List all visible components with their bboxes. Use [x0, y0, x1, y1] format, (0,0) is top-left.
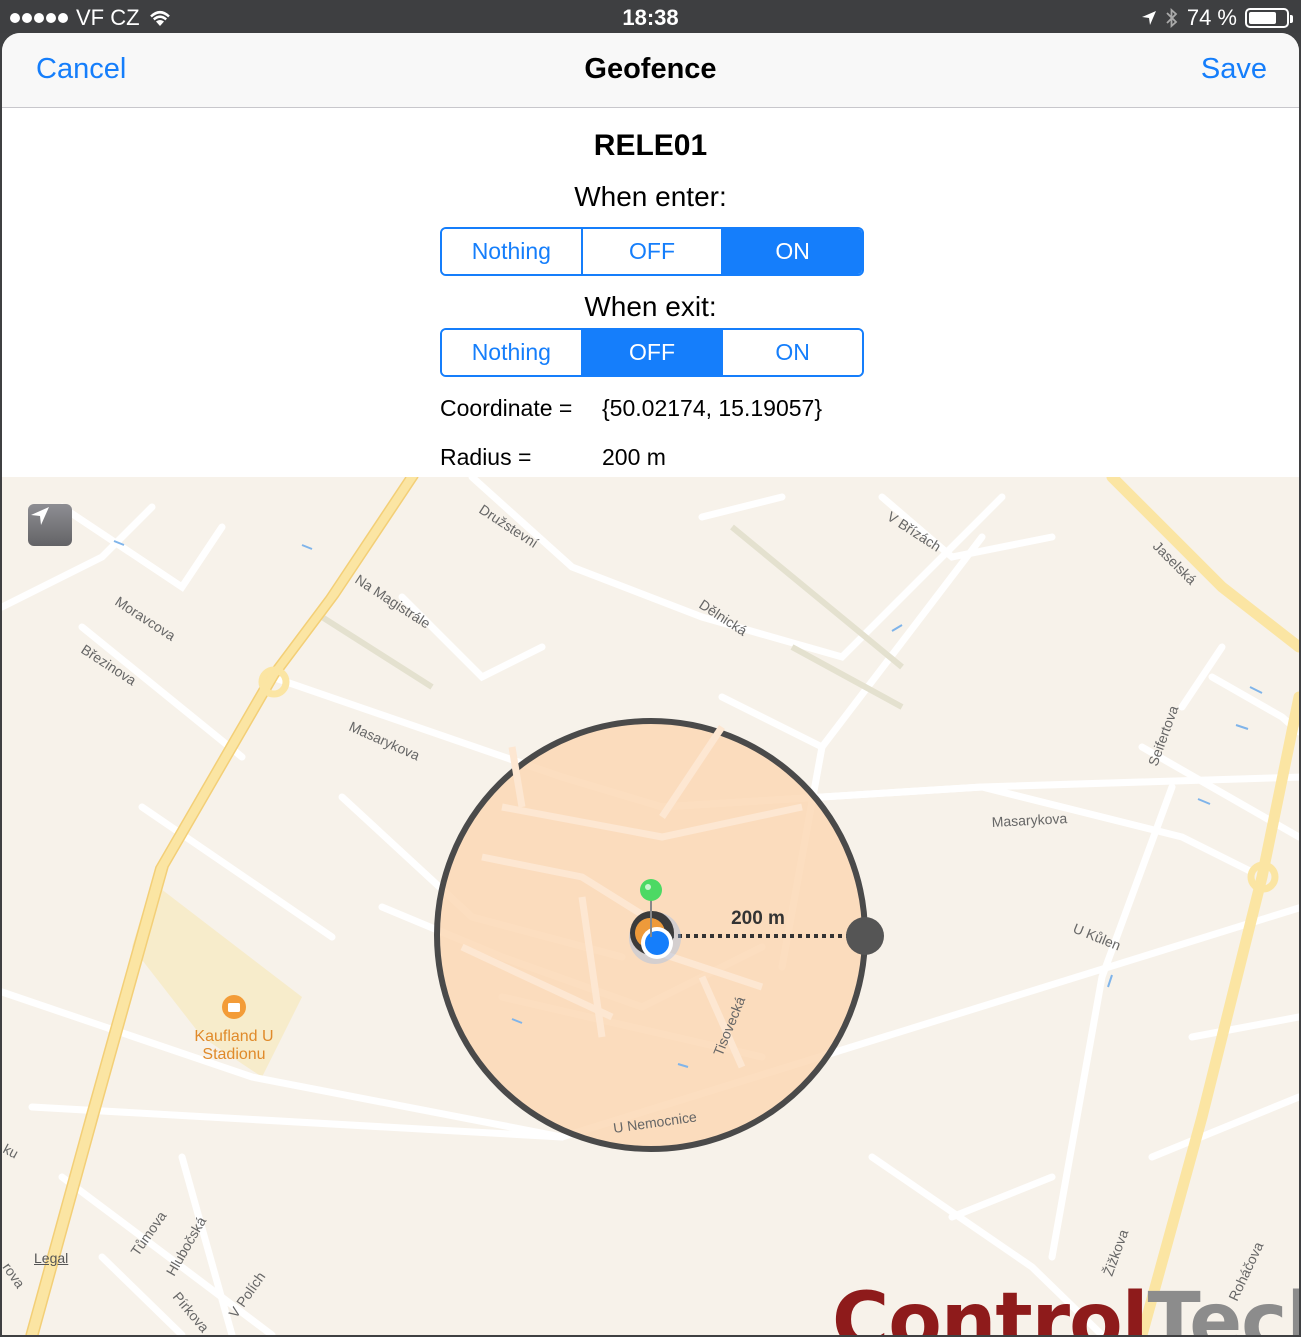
location-arrow-icon: [31, 507, 49, 525]
bluetooth-icon: [1166, 8, 1178, 28]
when-exit-label: When exit:: [584, 291, 717, 322]
screen: VF CZ 18:38 74 % Cancel Geofence Save RE…: [0, 0, 1301, 1337]
when-enter-label: When enter:: [574, 181, 727, 212]
location-arrow-icon: [1141, 11, 1156, 25]
save-button[interactable]: Save: [1201, 53, 1267, 86]
radius-overlay-label: 200 m: [731, 908, 785, 929]
shopping-bag-glyph: [228, 1003, 240, 1012]
street-label-ku: ku: [2, 1141, 21, 1162]
coordinate-label: Coordinate =: [440, 395, 573, 421]
street-label-na-magistrale: Na Magistrále: [352, 571, 433, 632]
major-road-edges: [25, 477, 419, 1335]
poi-label-line2: Stadionu: [202, 1046, 265, 1063]
street-label-rova: rova: [2, 1260, 28, 1292]
locate-me-button[interactable]: [28, 504, 72, 546]
geofence-pin-head[interactable]: [640, 879, 662, 901]
exit-option-off[interactable]: OFF: [580, 330, 722, 375]
controltech-watermark: ControlTech: [832, 1277, 1299, 1335]
legal-link[interactable]: Legal: [34, 1250, 68, 1266]
poi-label-line1: Kaufland U: [194, 1028, 273, 1045]
street-label-moravcova: Moravcova: [112, 593, 178, 644]
user-location-dot: [645, 931, 669, 955]
enter-option-nothing[interactable]: Nothing: [442, 229, 581, 274]
battery-percent: 74 %: [1186, 5, 1237, 30]
geofence-form: RELE01 When enter: Nothing OFF ON When e…: [2, 109, 1299, 477]
device-name: RELE01: [593, 129, 708, 162]
watermark-part2: Tech: [1147, 1277, 1299, 1335]
map-canvas: 200 m Družstevní V Břízách Jaselská Na M…: [2, 477, 1299, 1335]
exit-option-nothing[interactable]: Nothing: [442, 330, 581, 375]
exit-action-segmented-control: Nothing OFF ON: [440, 328, 864, 377]
street-label-zizkova: Žižkova: [1100, 1227, 1132, 1278]
enter-option-on[interactable]: ON: [721, 229, 862, 274]
street-label-seifertova: Seifertova: [1145, 703, 1182, 768]
radius-label: Radius =: [440, 444, 532, 470]
coordinate-value: {50.02174, 15.19057}: [602, 395, 823, 421]
enter-option-off[interactable]: OFF: [580, 229, 722, 274]
status-bar: VF CZ 18:38 74 %: [0, 0, 1301, 33]
street-label-masarykova-east: Masarykova: [991, 810, 1067, 830]
street-label-u-kulen: U Kůlen: [1071, 920, 1123, 953]
watermark-part1: Control: [832, 1277, 1148, 1335]
status-right: 74 %: [1141, 5, 1293, 31]
street-label-v-brizach: V Břízách: [884, 508, 944, 554]
radius-value: 200 m: [602, 444, 666, 470]
map-view[interactable]: 200 m Družstevní V Břízách Jaselská Na M…: [2, 477, 1299, 1335]
exit-option-on[interactable]: ON: [721, 330, 862, 375]
page-title: Geofence: [584, 53, 717, 85]
radius-handle[interactable]: [846, 917, 884, 955]
status-time: 18:38: [622, 5, 679, 30]
enter-action-segmented-control: Nothing OFF ON: [440, 227, 864, 276]
battery-icon: [1245, 8, 1293, 28]
pin-highlight: [645, 884, 651, 890]
geofence-sheet: Cancel Geofence Save RELE01 When enter: …: [2, 33, 1299, 1335]
navigation-bar: Cancel Geofence Save: [2, 33, 1299, 108]
